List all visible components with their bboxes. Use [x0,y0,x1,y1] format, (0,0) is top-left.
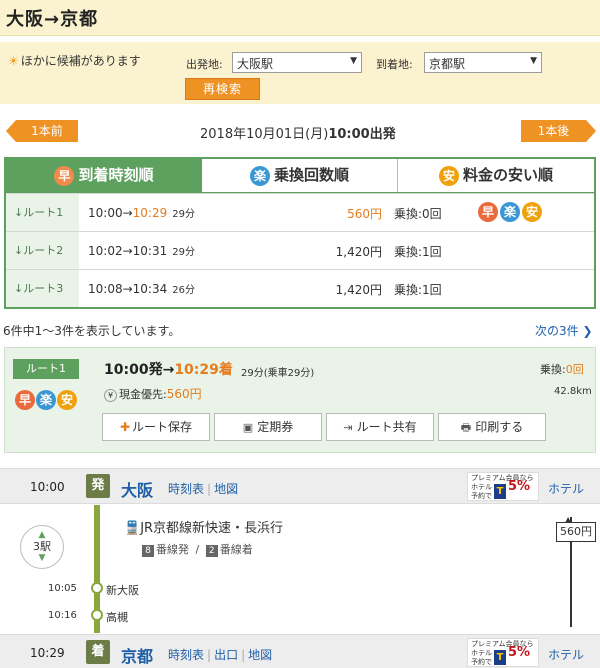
from-label: 出発地: [186,58,223,71]
detail-badges: 早楽安 [15,390,78,410]
printer-icon: 🖶 [460,421,472,434]
dest-station-row: 10:29 着 京都 時刻表 | 出口 | 地図 プレミアム会員なら ホテル 予約で T… [0,634,600,668]
route-fare: 560円 [347,207,382,221]
alt-notice: ☀ ほかに候補があります [8,54,141,68]
hotel-promo-banner[interactable]: プレミアム会員なら ホテル 予約で T 5% [467,472,539,501]
tab-arrival-order[interactable]: 早到着時刻順 [6,159,202,192]
to-select[interactable]: 京都駅 ▼ [424,52,542,73]
origin-station-row: 10:00 発 大阪 時刻表 | 地図 プレミアム会員なら ホテル 予約で T 5%… [0,468,600,504]
platform-info: 8 番線発 / 2 番線着 [142,541,253,557]
route-badges: 早楽安 [478,202,544,222]
plus-icon: ✚ [119,420,131,434]
triangle-down-icon: ▼ [38,553,46,563]
departure-time: 10:00 [30,480,65,494]
route-link-2[interactable]: ↓ルート2 [6,232,79,269]
fast-icon: 早 [15,390,35,410]
route-time: 10:00→10:29 29分 [88,206,195,220]
to-label: 到着地: [376,58,413,71]
detail-distance: 42.8km [554,386,592,397]
detail-transfers: 乗換:0回 [540,363,584,376]
route-transfers: 乗換:1回 [394,283,442,297]
detail-duration: 29分(乗車29分) [241,368,315,379]
route-fare: 1,420円 [335,245,382,259]
easy-icon: 楽 [249,165,270,186]
origin-station-name[interactable]: 大阪 [121,477,153,501]
easy-icon: 楽 [36,390,56,410]
t-point-logo: T [494,484,506,499]
train-segment: ▲ 3駅 ▼ 🚆JR京都線新快速・長浜行 8 番線発 / 2 番線着 ▲ 560円 … [0,505,600,633]
route-table: 早到着時刻順 楽乗換回数順 安料金の安い順 ↓ルート1 10:00→10:29 2… [4,157,596,309]
research-button[interactable]: 再検索 [185,78,260,100]
title-bar: 大阪→京都 [0,0,600,36]
route-row-3[interactable]: ↓ルート3 10:08→10:34 26分 1,420円 乗換:1回 [6,269,594,307]
hotel-link[interactable]: ホテル [548,646,584,663]
search-datetime: 2018年10月01日(月)10:00出発 [200,127,396,142]
dest-station-name[interactable]: 京都 [121,643,153,667]
date-nav: 1本前 2018年10月01日(月)10:00出発 1本後 [0,118,600,144]
route-detail: ルート1 10:00発→10:29着 29分(乗車29分) ¥ 現金優先:560円… [4,347,596,453]
train-line-name: 🚆JR京都線新快速・長浜行 [124,521,284,536]
fast-icon: 早 [478,202,498,222]
from-select[interactable]: 大阪駅 ▼ [232,52,362,73]
t-point-logo: T [494,650,506,665]
timetable-link[interactable]: 時刻表 [168,648,204,662]
map-link[interactable]: 地図 [214,482,238,496]
dropdown-arrow-icon: ▼ [350,56,357,66]
chevron-right-icon: ❯ [582,324,593,338]
route-row-2[interactable]: ↓ルート2 10:02→10:31 29分 1,420円 乗換:1回 [6,231,594,269]
print-button[interactable]: 🖶 印刷する [438,413,546,441]
map-link[interactable]: 地図 [248,648,272,662]
detail-fare: ¥ 現金優先:560円 [104,385,202,402]
stop-dot-icon [91,609,103,621]
dropdown-arrow-icon: ▼ [530,56,537,66]
next-train-button[interactable]: 1本後 [521,120,596,142]
hotel-link[interactable]: ホテル [548,480,584,497]
share-route-button[interactable]: ⇥ ルート共有 [326,413,434,441]
route-transfers: 乗換:1回 [394,245,442,259]
tab-transfer-order[interactable]: 楽乗換回数順 [202,159,398,192]
route-link-1[interactable]: ↓ルート1 [6,194,79,231]
tab-fare-order[interactable]: 安料金の安い順 [398,159,594,192]
commuter-pass-button[interactable]: ▣ 定期券 [214,413,322,441]
prev-train-button[interactable]: 1本前 [6,120,78,142]
sort-tabs: 早到着時刻順 楽乗換回数順 安料金の安い順 [6,159,594,193]
route-tag: ルート1 [13,359,79,379]
departure-mark: 発 [86,474,110,498]
cheap-icon: 安 [522,202,542,222]
cheap-icon: 安 [438,165,459,186]
page-title: 大阪→京都 [6,9,99,30]
intermediate-stop: 10:05 新大阪 [48,582,139,597]
route-row-1[interactable]: ↓ルート1 10:00→10:29 29分 560円 乗換:0回 早楽安 [6,193,594,231]
yen-icon: ¥ [104,388,117,402]
triangle-up-icon: ▲ [38,530,46,540]
lightbulb-icon: ☀ [8,54,19,68]
route-link-3[interactable]: ↓ルート3 [6,270,79,307]
cheap-icon: 安 [57,390,77,410]
exit-link[interactable]: 出口 [214,648,238,662]
station-links: 時刻表 | 地図 [168,482,239,496]
station-links: 時刻表 | 出口 | 地図 [168,648,273,662]
stop-count-toggle[interactable]: ▲ 3駅 ▼ [20,525,64,569]
next-results-link[interactable]: 次の3件 ❯ [535,322,593,339]
route-time: 10:02→10:31 29分 [88,244,195,258]
arrival-mark: 着 [86,640,110,664]
route-transfers: 乗換:0回 [394,207,442,221]
result-count: 6件中1〜3件を表示しています。 [3,324,181,338]
detail-times: 10:00発→10:29着 [104,362,233,378]
stop-dot-icon [91,582,103,594]
intermediate-stop: 10:16 高槻 [48,609,128,624]
pass-icon: ▣ [242,421,254,434]
fast-icon: 早 [54,165,75,186]
route-time: 10:08→10:34 26分 [88,282,195,296]
train-icon: 🚆 [124,521,141,536]
search-panel: ☀ ほかに候補があります 出発地: 大阪駅 ▼ 到着地: 京都駅 ▼ 再検索 [0,42,600,104]
share-icon: ⇥ [343,421,353,434]
save-route-button[interactable]: ✚ ルート保存 [102,413,210,441]
arrival-time: 10:29 [30,646,65,660]
route-fare: 1,420円 [335,283,382,297]
timetable-link[interactable]: 時刻表 [168,482,204,496]
easy-icon: 楽 [500,202,520,222]
segment-fare: 560円 [556,522,596,542]
hotel-promo-banner[interactable]: プレミアム会員なら ホテル 予約で T 5% [467,638,539,667]
